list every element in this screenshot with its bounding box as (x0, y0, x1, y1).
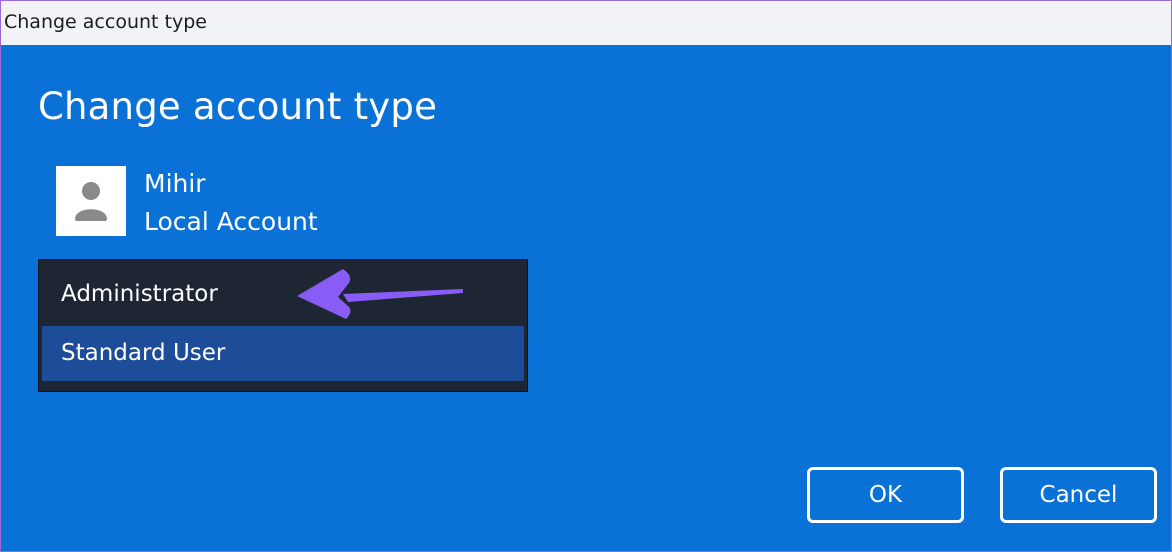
user-name: Mihir (144, 169, 206, 198)
ok-button[interactable]: OK (807, 467, 964, 523)
dialog-content: Change account type Mihir Local Account … (1, 45, 1171, 551)
option-standard-user[interactable]: Standard User (42, 326, 524, 381)
arrow-left-icon (297, 269, 463, 319)
user-account-type: Local Account (144, 207, 318, 236)
window-title-bar[interactable]: Change account type (1, 1, 1171, 45)
page-title: Change account type (38, 85, 438, 128)
cancel-button[interactable]: Cancel (1000, 467, 1157, 523)
change-account-type-window: Change account type Change account type … (0, 0, 1172, 552)
window-title: Change account type (4, 11, 207, 33)
user-avatar-icon (56, 166, 126, 236)
